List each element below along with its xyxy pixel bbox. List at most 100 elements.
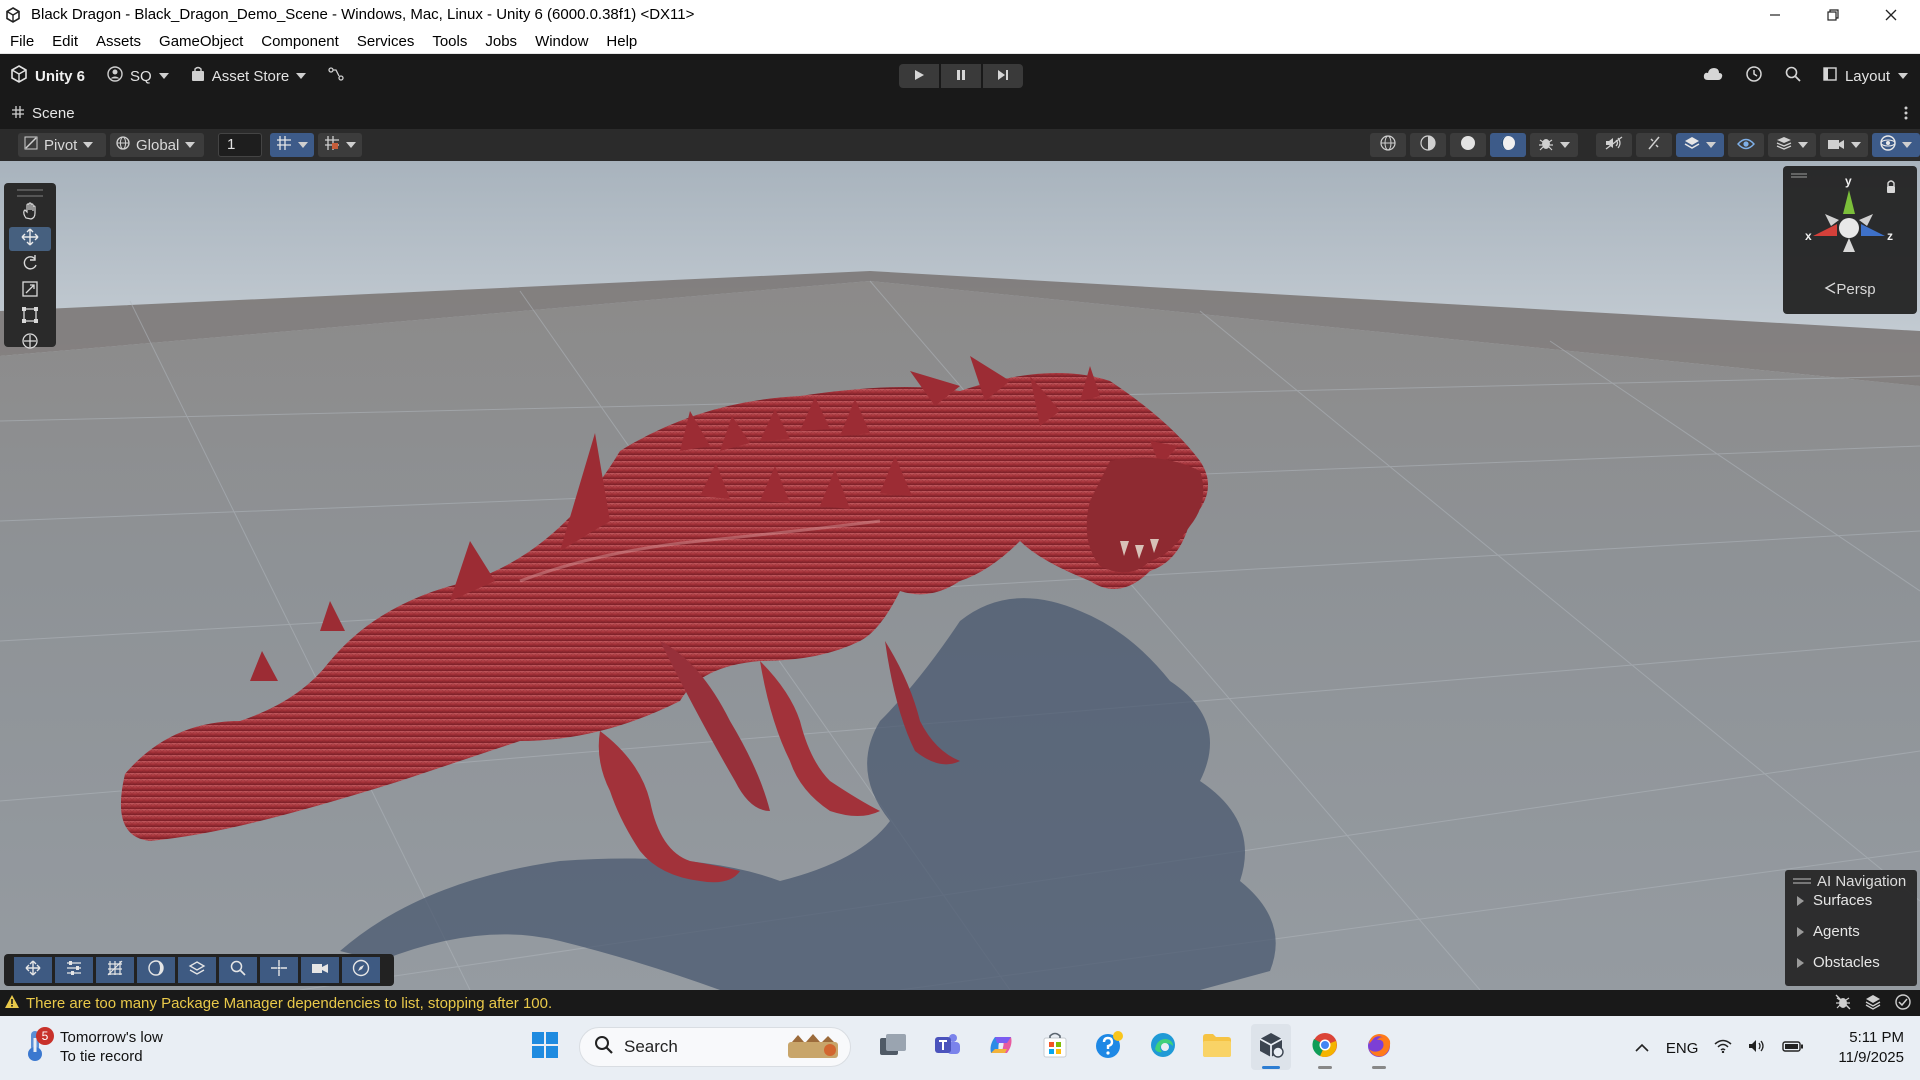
account-dropdown[interactable]: SQ bbox=[107, 66, 169, 86]
orientation-gizmo[interactable]: y x z Persp bbox=[1783, 166, 1917, 314]
shaded-wireframe-button[interactable] bbox=[1410, 133, 1446, 157]
input-language[interactable]: ENG bbox=[1666, 1040, 1699, 1057]
scene-visibility-button[interactable] bbox=[1728, 133, 1764, 157]
menu-jobs[interactable]: Jobs bbox=[475, 33, 525, 50]
menu-assets[interactable]: Assets bbox=[86, 33, 149, 50]
nav-tool-button-4[interactable] bbox=[137, 957, 175, 983]
lighting-button[interactable] bbox=[1490, 133, 1526, 157]
title-bar: Black Dragon - Black_Dragon_Demo_Scene -… bbox=[0, 0, 1920, 29]
menu-gameobject[interactable]: GameObject bbox=[149, 33, 251, 50]
drag-handle[interactable] bbox=[1793, 878, 1811, 884]
teams-app[interactable] bbox=[927, 1024, 967, 1070]
increment-snap-button[interactable] bbox=[318, 133, 362, 157]
clock[interactable]: 5:11 PM 11/9/2025 bbox=[1838, 1028, 1904, 1068]
effects-toggle-button[interactable] bbox=[1636, 133, 1672, 157]
close-button[interactable] bbox=[1862, 0, 1920, 29]
unity-app[interactable] bbox=[1251, 1024, 1291, 1070]
weather-badge: 5 bbox=[36, 1027, 54, 1045]
file-explorer-app[interactable] bbox=[1197, 1024, 1237, 1070]
global-dropdown[interactable]: Global bbox=[110, 133, 204, 157]
foldout-triangle-icon bbox=[1797, 926, 1804, 937]
move-tool-button[interactable] bbox=[9, 227, 51, 251]
layers-dropdown-button[interactable] bbox=[1768, 133, 1816, 157]
check-circle-icon[interactable] bbox=[1894, 993, 1912, 1015]
get-help-app[interactable] bbox=[1089, 1024, 1129, 1070]
console-status-bar[interactable]: There are too many Package Manager depen… bbox=[0, 990, 1920, 1016]
store-app[interactable] bbox=[1035, 1024, 1075, 1070]
menu-help[interactable]: Help bbox=[596, 33, 645, 50]
layout-dropdown[interactable]: Layout bbox=[1823, 67, 1908, 85]
menu-edit[interactable]: Edit bbox=[42, 33, 86, 50]
nav-tool-button-2[interactable] bbox=[55, 957, 93, 983]
history-icon[interactable] bbox=[1745, 65, 1763, 87]
help-icon bbox=[1094, 1030, 1124, 1064]
chevron-down-icon bbox=[1898, 73, 1908, 79]
rect-tool-button[interactable] bbox=[9, 305, 51, 329]
draw-mode-button[interactable] bbox=[1370, 133, 1406, 157]
tab-scene[interactable]: Scene bbox=[12, 105, 75, 122]
running-indicator bbox=[1318, 1066, 1332, 1069]
grid-snap-button[interactable] bbox=[270, 133, 314, 157]
edge-app[interactable] bbox=[1143, 1024, 1183, 1070]
task-view-button[interactable] bbox=[873, 1024, 913, 1070]
scene-viewport[interactable] bbox=[0, 161, 1920, 990]
debug-draw-button[interactable] bbox=[1530, 133, 1578, 157]
nav-tool-button-6[interactable] bbox=[219, 957, 257, 983]
gizmos-button[interactable] bbox=[1872, 133, 1920, 157]
unity-hub-button[interactable]: Unity 6 bbox=[10, 65, 85, 87]
menu-services[interactable]: Services bbox=[347, 33, 423, 50]
drag-handle[interactable] bbox=[17, 189, 43, 197]
search-icon[interactable] bbox=[1785, 66, 1801, 86]
kebab-menu-icon[interactable] bbox=[1904, 106, 1908, 123]
ai-nav-obstacles-foldout[interactable]: Obstacles bbox=[1797, 954, 1880, 971]
start-button[interactable] bbox=[525, 1024, 565, 1070]
chevron-up-icon[interactable] bbox=[1634, 1040, 1650, 1057]
menu-tools[interactable]: Tools bbox=[422, 33, 475, 50]
shaded-button[interactable] bbox=[1450, 133, 1486, 157]
wifi-icon[interactable] bbox=[1714, 1039, 1732, 1057]
version-control-button[interactable] bbox=[328, 67, 344, 85]
grid-size-input[interactable]: 1 bbox=[218, 133, 262, 157]
cache-server-icon[interactable] bbox=[1864, 993, 1882, 1015]
nav-tool-button-3[interactable] bbox=[96, 957, 134, 983]
volume-icon[interactable] bbox=[1748, 1038, 1766, 1058]
scale-icon bbox=[21, 280, 39, 303]
menu-file[interactable]: File bbox=[0, 33, 42, 50]
nav-tool-button-1[interactable] bbox=[14, 957, 52, 983]
firefox-app[interactable] bbox=[1359, 1024, 1399, 1070]
menu-window[interactable]: Window bbox=[525, 33, 596, 50]
camera-settings-button[interactable] bbox=[1820, 133, 1868, 157]
nav-tool-button-8[interactable] bbox=[301, 957, 339, 983]
cloud-icon[interactable] bbox=[1703, 67, 1723, 85]
taskbar-search[interactable]: Search bbox=[579, 1027, 851, 1067]
ai-nav-agents-foldout[interactable]: Agents bbox=[1797, 923, 1860, 940]
step-button[interactable] bbox=[983, 64, 1023, 88]
battery-icon[interactable] bbox=[1782, 1039, 1804, 1057]
transform-tool-button[interactable] bbox=[9, 331, 51, 355]
menu-component[interactable]: Component bbox=[251, 33, 347, 50]
restore-button[interactable] bbox=[1804, 0, 1862, 29]
pause-button[interactable] bbox=[941, 64, 981, 88]
system-tray: ENG 5:11 PM 11/9/2025 bbox=[1634, 1016, 1920, 1080]
debug-mode-icon[interactable] bbox=[1834, 993, 1852, 1015]
layers-wave-icon bbox=[188, 960, 206, 981]
ai-nav-surfaces-foldout[interactable]: Surfaces bbox=[1797, 892, 1872, 909]
audio-toggle-button[interactable] bbox=[1596, 133, 1632, 157]
scale-tool-button[interactable] bbox=[9, 279, 51, 303]
move-arrows-icon bbox=[24, 959, 42, 982]
layers-visibility-button[interactable] bbox=[1676, 133, 1724, 157]
hand-tool-button[interactable] bbox=[9, 201, 51, 225]
chrome-app[interactable] bbox=[1305, 1024, 1345, 1070]
projection-toggle[interactable]: Persp bbox=[1783, 281, 1917, 298]
weather-widget[interactable]: 5 Tomorrow's low To tie record bbox=[22, 1027, 163, 1066]
chevron-down-icon bbox=[158, 73, 169, 79]
asset-store-dropdown[interactable]: Asset Store bbox=[191, 66, 307, 86]
minimize-button[interactable] bbox=[1746, 0, 1804, 29]
nav-tool-button-7[interactable] bbox=[260, 957, 298, 983]
rotate-tool-button[interactable] bbox=[9, 253, 51, 277]
nav-tool-button-5[interactable] bbox=[178, 957, 216, 983]
pivot-dropdown[interactable]: Pivot bbox=[18, 133, 106, 157]
copilot-app[interactable] bbox=[981, 1024, 1021, 1070]
nav-tool-button-9[interactable] bbox=[342, 957, 380, 983]
play-button[interactable] bbox=[899, 64, 939, 88]
